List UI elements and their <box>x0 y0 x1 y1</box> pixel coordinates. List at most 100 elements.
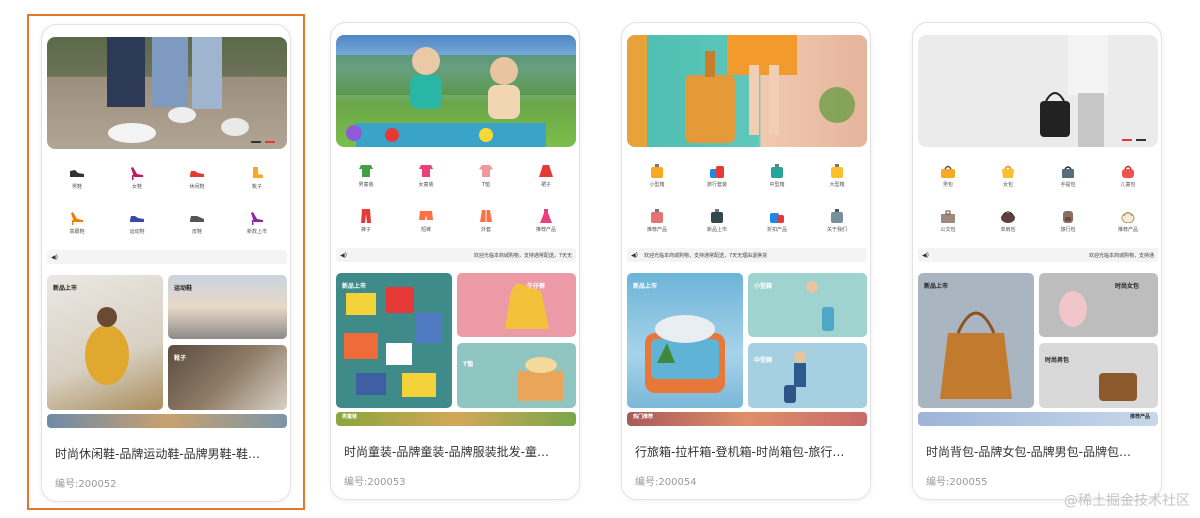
promo-tile-top[interactable]: 时尚女包 <box>1039 273 1158 337</box>
phone-preview: 男鞋 女鞋 休闲鞋 靴子 高跟鞋 运动鞋 皮鞋 新款上市 ◀) 新品上市 运动鞋… <box>41 24 291 502</box>
handbag-icon <box>1000 208 1016 224</box>
promo-tile-bottom[interactable]: 靴子 <box>168 345 287 410</box>
banner-carousel[interactable] <box>336 35 576 147</box>
category-item[interactable]: 女童装 <box>396 153 456 198</box>
category-item[interactable]: 休闲鞋 <box>167 155 227 200</box>
category-item[interactable]: 儿童包 <box>1098 153 1158 198</box>
category-item[interactable]: 外套 <box>456 198 516 243</box>
category-item[interactable]: 推荐产品 <box>627 198 687 243</box>
template-card-200052[interactable]: 男鞋 女鞋 休闲鞋 靴子 高跟鞋 运动鞋 皮鞋 新款上市 ◀) 新品上市 运动鞋… <box>27 14 305 510</box>
template-code: 编号:200055 <box>926 477 988 488</box>
carousel-dot[interactable] <box>1136 139 1146 141</box>
category-item[interactable]: 单肩包 <box>978 198 1038 243</box>
category-item[interactable]: 旅行套装 <box>687 153 747 198</box>
suitcase-icon <box>709 163 725 179</box>
category-item[interactable]: 大型箱 <box>807 153 867 198</box>
pants-icon <box>358 208 374 224</box>
sneaker-icon <box>69 165 85 181</box>
tile-image <box>940 311 1012 399</box>
section-strip[interactable]: 推荐产品 <box>918 412 1158 426</box>
promo-tile-large[interactable]: 新品上市 <box>47 275 163 410</box>
carousel-dots <box>1122 139 1146 141</box>
handbag-icon <box>1120 163 1136 179</box>
promo-tile-bottom[interactable]: 时尚男包 <box>1039 343 1158 408</box>
tshirt-icon <box>478 163 494 179</box>
speaker-icon: ◀) <box>340 251 347 259</box>
template-title[interactable]: 时尚背包-品牌女包-品牌男包-品牌包… <box>926 443 1152 460</box>
phone-preview: 男童装 女童装 T恤 裙子 裤子 短裤 外套 推荐产品 ◀) 欢迎光临本商城购物… <box>330 22 580 500</box>
shorts-icon <box>418 208 434 224</box>
notice-bar: ◀) 欢迎光临本商城购物，支持通 <box>918 248 1158 262</box>
section-strip[interactable]: 男童装 <box>336 412 576 426</box>
promo-tile-large[interactable]: 新品上市 <box>336 273 452 408</box>
category-item[interactable]: 裤子 <box>336 198 396 243</box>
notice-bar: ◀) 欢迎光临本商城购物，支持通常配送，7天无理由退换货 <box>627 248 867 262</box>
promo-tile-top[interactable]: 小型箱 <box>748 273 867 337</box>
banner-carousel[interactable] <box>918 35 1158 147</box>
category-item[interactable]: 新品上市 <box>687 198 747 243</box>
promo-tile-top[interactable]: 牛仔裤 <box>457 273 576 337</box>
category-item[interactable]: 手提包 <box>1038 153 1098 198</box>
kids-set-icon <box>418 163 434 179</box>
template-card-200055[interactable]: 男包 女包 手提包 儿童包 公文包 单肩包 旅行包 推荐产品 ◀) 欢迎光临本商… <box>900 14 1178 510</box>
banner-image <box>107 37 249 143</box>
handbag-icon <box>1060 163 1076 179</box>
handbag-icon <box>940 208 956 224</box>
category-item[interactable]: 裙子 <box>516 153 576 198</box>
template-code: 编号:200054 <box>635 477 697 488</box>
category-item[interactable]: 小型箱 <box>627 153 687 198</box>
kids-set-icon <box>358 163 374 179</box>
template-gallery: 男鞋 女鞋 休闲鞋 靴子 高跟鞋 运动鞋 皮鞋 新款上市 ◀) 新品上市 运动鞋… <box>0 0 1200 518</box>
category-item[interactable]: 短裤 <box>396 198 456 243</box>
template-title[interactable]: 行旅箱-拉杆箱-登机箱-时尚箱包-旅行… <box>635 443 861 460</box>
category-item[interactable]: 女包 <box>978 153 1038 198</box>
promo-tile-large[interactable]: 新品上市 <box>918 273 1034 408</box>
category-item[interactable]: 新款上市 <box>227 200 287 245</box>
tile-image <box>85 307 129 385</box>
category-item[interactable]: 女鞋 <box>107 155 167 200</box>
notice-bar: ◀) <box>47 250 287 264</box>
category-item[interactable]: 公文包 <box>918 198 978 243</box>
category-item[interactable]: 折扣产品 <box>747 198 807 243</box>
category-item[interactable]: 男包 <box>918 153 978 198</box>
tile-image <box>505 283 549 329</box>
suitcase-icon <box>709 208 725 224</box>
promo-tile-large[interactable]: 新品上市 <box>627 273 743 408</box>
promo-tile-bottom[interactable]: 中型箱 <box>748 343 867 408</box>
promo-tile-top[interactable]: 运动鞋 <box>168 275 287 339</box>
category-item[interactable]: 中型箱 <box>747 153 807 198</box>
handbag-icon <box>940 163 956 179</box>
category-item[interactable]: 推荐产品 <box>516 198 576 243</box>
section-strip[interactable] <box>47 414 287 428</box>
suitcase-icon <box>769 163 785 179</box>
template-card-200054[interactable]: 小型箱 旅行套装 中型箱 大型箱 推荐产品 新品上市 折扣产品 关于我们 ◀) … <box>609 14 887 510</box>
carousel-dot-active[interactable] <box>1122 139 1132 141</box>
category-item[interactable]: 靴子 <box>227 155 287 200</box>
category-item[interactable]: 旅行包 <box>1038 198 1098 243</box>
category-item[interactable]: 运动鞋 <box>107 200 167 245</box>
category-item[interactable]: 皮鞋 <box>167 200 227 245</box>
notice-bar: ◀) 欢迎光临本商城购物，支持通常配送，7天无 <box>336 248 576 262</box>
category-item[interactable]: 男鞋 <box>47 155 107 200</box>
category-item[interactable]: 关于我们 <box>807 198 867 243</box>
speaker-icon: ◀) <box>922 251 929 259</box>
category-item[interactable]: 男童装 <box>336 153 396 198</box>
template-title[interactable]: 时尚童装-品牌童装-品牌服装批发-童… <box>344 443 570 460</box>
section-strip[interactable]: 热门推荐 <box>627 412 867 426</box>
template-card-200053[interactable]: 男童装 女童装 T恤 裙子 裤子 短裤 外套 推荐产品 ◀) 欢迎光临本商城购物… <box>318 14 596 510</box>
suitcase-icon <box>829 208 845 224</box>
leather-shoe-icon <box>189 210 205 226</box>
carousel-dot[interactable] <box>251 141 261 143</box>
speaker-icon: ◀) <box>51 253 58 261</box>
template-title[interactable]: 时尚休闲鞋-品牌运动鞋-品牌男鞋-鞋… <box>55 445 281 462</box>
high-heel-icon <box>249 210 265 226</box>
banner-carousel[interactable] <box>627 35 867 147</box>
category-item[interactable]: T恤 <box>456 153 516 198</box>
promo-tile-bottom[interactable]: T恤 <box>457 343 576 408</box>
sneaker-icon <box>129 210 145 226</box>
phone-preview: 男包 女包 手提包 儿童包 公文包 单肩包 旅行包 推荐产品 ◀) 欢迎光临本商… <box>912 22 1162 500</box>
banner-carousel[interactable] <box>47 37 287 149</box>
category-item[interactable]: 推荐产品 <box>1098 198 1158 243</box>
carousel-dot-active[interactable] <box>265 141 275 143</box>
category-item[interactable]: 高跟鞋 <box>47 200 107 245</box>
